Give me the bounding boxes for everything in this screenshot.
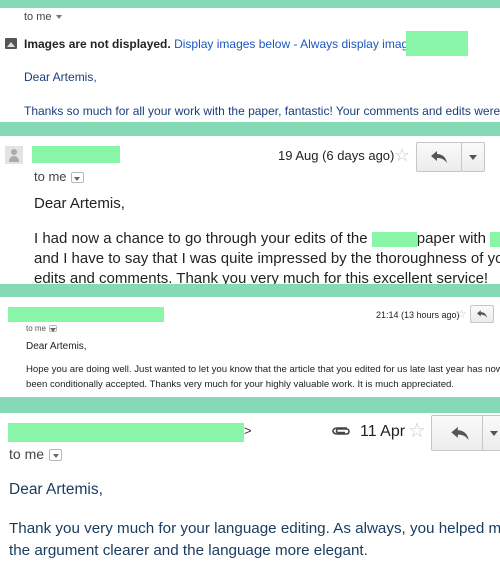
separator-band <box>0 0 500 8</box>
to-me-label[interactable]: to me <box>24 11 52 23</box>
email-panel-2: 19 Aug (6 days ago) ☆ to me Dear Artemis… <box>0 136 500 284</box>
reply-button[interactable] <box>470 305 494 323</box>
reply-icon <box>477 310 487 318</box>
email-body: Thanks so much for all your work with th… <box>24 104 500 118</box>
to-me[interactable]: to me <box>26 324 58 333</box>
star-icon[interactable]: ☆ <box>408 421 426 441</box>
email-body: I had now a chance to go through your ed… <box>34 229 500 284</box>
chevron-down-icon <box>469 154 477 160</box>
body-line: and I have to say that I was quite impre… <box>34 250 500 267</box>
email-panel-4: > 11 Apr ☆ to me Dear Artemis, Thank you… <box>0 413 500 569</box>
body-line: I had now a chance to go through your ed… <box>34 229 500 249</box>
to-me-label: to me <box>34 169 67 184</box>
email-greeting: Dear Artemis, <box>24 70 97 84</box>
more-options-button[interactable] <box>461 142 485 172</box>
sender-suffix: > <box>244 423 252 438</box>
images-notice: Images are not displayed. Display images… <box>24 37 448 51</box>
separator-band <box>0 284 500 297</box>
chevron-down-icon <box>490 430 498 436</box>
images-not-displayed-text: Images are not displayed. <box>24 37 171 51</box>
reply-button[interactable] <box>431 415 489 451</box>
more-options-button[interactable] <box>482 415 500 451</box>
redacted-block <box>406 31 468 56</box>
image-icon <box>5 38 17 49</box>
chevron-down-icon[interactable] <box>56 15 62 19</box>
link-separator: - <box>290 37 301 51</box>
star-icon[interactable]: ☆ <box>394 146 410 164</box>
body-text: I had now a chance to go through your ed… <box>34 230 372 247</box>
redacted-block <box>490 231 500 247</box>
separator-band <box>0 397 500 413</box>
recipient-dropdown[interactable] <box>49 449 63 462</box>
email-date: 19 Aug (6 days ago) <box>278 148 395 163</box>
body-line: Hope you are doing well. Just wanted to … <box>26 364 500 375</box>
recipient-dropdown[interactable] <box>49 325 58 333</box>
email-panel-3: 21:14 (13 hours ago) ☆ to me Dear Artemi… <box>0 297 500 397</box>
reply-icon <box>451 426 469 440</box>
to-me[interactable]: to me <box>34 169 84 184</box>
redacted-sender <box>8 307 164 322</box>
avatar-icon <box>5 146 23 164</box>
star-icon[interactable]: ☆ <box>456 308 467 320</box>
to-me-label: to me <box>9 446 45 462</box>
body-line: edits and comments. Thank you very much … <box>34 270 489 284</box>
redacted-sender <box>32 146 120 163</box>
to-me[interactable]: to me <box>9 446 63 462</box>
body-line: the argument clearer and the language mo… <box>9 542 368 559</box>
body-line: Thank you very much for your language ed… <box>9 520 500 537</box>
email-body: Thank you very much for your language ed… <box>9 518 500 562</box>
to-me-label: to me <box>26 324 47 333</box>
email-date: 21:14 (13 hours ago) <box>376 310 460 320</box>
body-text: paper with <box>416 230 491 247</box>
recipient-dropdown[interactable] <box>70 172 84 184</box>
email-greeting: Dear Artemis, <box>26 341 87 352</box>
email-date: 11 Apr <box>360 423 406 440</box>
body-line: been conditionally accepted. Thanks very… <box>26 379 455 390</box>
separator-band <box>0 122 500 136</box>
reply-icon <box>431 151 447 163</box>
email-panel-1: to me Images are not displayed. Display … <box>0 8 500 122</box>
display-images-below-link[interactable]: Display images below <box>174 37 290 51</box>
email-greeting: Dear Artemis, <box>34 195 125 212</box>
paperclip-icon <box>331 422 351 442</box>
redacted-block <box>371 231 417 247</box>
email-greeting: Dear Artemis, <box>9 481 103 498</box>
redacted-sender <box>8 423 244 442</box>
email-body: Hope you are doing well. Just wanted to … <box>26 362 500 392</box>
reply-button[interactable] <box>416 142 462 172</box>
